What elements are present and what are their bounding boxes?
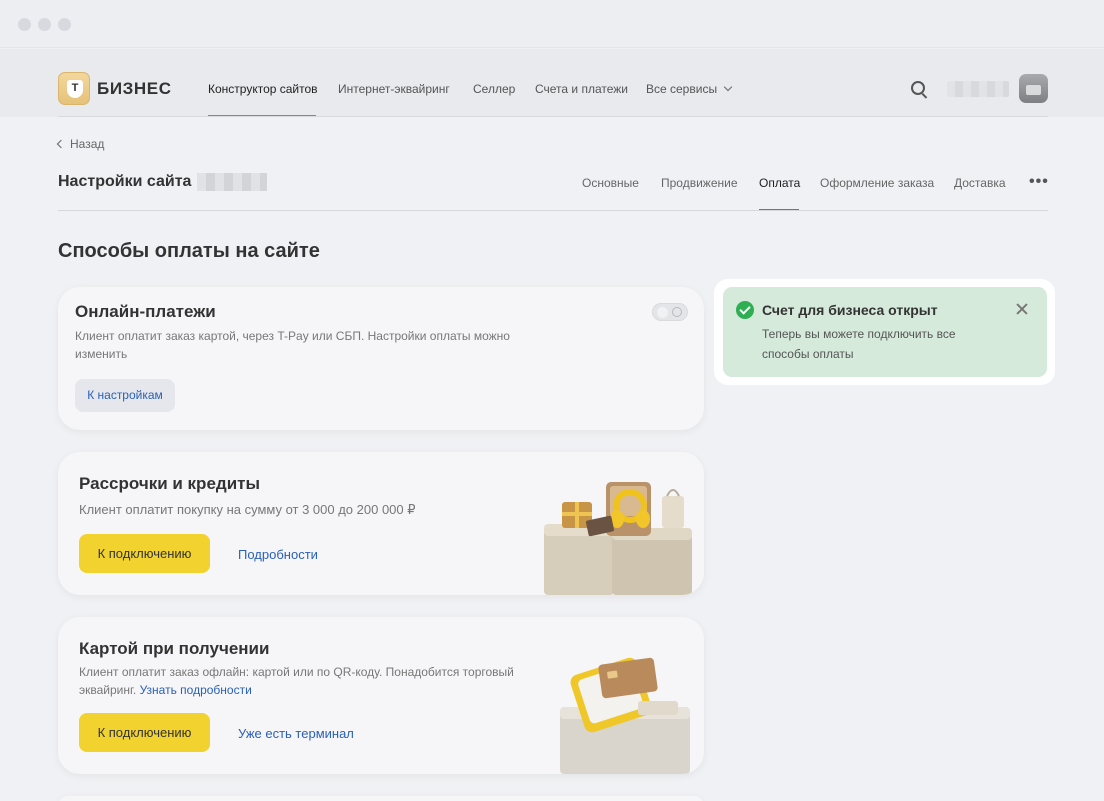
learn-more-link[interactable]: Узнать подробности — [140, 683, 252, 697]
online-payments-toggle[interactable] — [652, 303, 688, 321]
back-label: Назад — [70, 137, 105, 151]
page-title: Настройки сайта — [58, 173, 192, 190]
tab-main[interactable]: Основные — [582, 176, 639, 190]
tabs-divider — [58, 210, 1048, 211]
card-online-title: Онлайн-платежи — [75, 302, 216, 321]
tab-promotion[interactable]: Продвижение — [661, 176, 738, 190]
logo-shield-icon: Т — [67, 80, 83, 98]
avatar[interactable] — [1019, 74, 1048, 103]
online-settings-button[interactable]: К настройкам — [75, 379, 175, 412]
back-link[interactable]: Назад — [56, 137, 105, 151]
header-divider — [58, 116, 1048, 117]
search-icon[interactable] — [911, 81, 925, 95]
nav-seller[interactable]: Селлер — [473, 82, 515, 96]
card-on-delivery: Картой при получении Клиент оплатит зака… — [58, 617, 704, 774]
window-titlebar — [0, 0, 1104, 48]
logo-text[interactable]: БИЗНЕС — [97, 79, 172, 99]
card-on-delivery-description: Клиент оплатит заказ офлайн: картой или … — [79, 663, 529, 699]
nav-internet-acquiring[interactable]: Интернет-эквайринг — [338, 82, 450, 96]
site-name-blurred — [197, 173, 267, 191]
card-online-payments: Онлайн-платежи Клиент оплатит заказ карт… — [58, 287, 704, 430]
nav-site-builder[interactable]: Конструктор сайтов — [208, 82, 318, 96]
card-next-peek — [58, 796, 704, 801]
terminal-illustration — [560, 657, 690, 774]
installments-illustration — [544, 482, 692, 595]
card-on-delivery-connect-button[interactable]: К подключению — [79, 713, 210, 752]
chevron-left-icon — [56, 139, 66, 149]
card-on-delivery-title: Картой при получении — [79, 639, 270, 658]
section-title: Способы оплаты на сайте — [58, 240, 320, 262]
toast-title: Счет для бизнеса открыт — [762, 302, 938, 318]
close-icon[interactable] — [1016, 303, 1028, 315]
logo[interactable]: Т — [58, 72, 90, 105]
app-header: Т БИЗНЕС Конструктор сайтов Интернет-экв… — [0, 49, 1104, 117]
tab-payment[interactable]: Оплата — [759, 176, 800, 190]
nav-all-services[interactable]: Все сервисы — [646, 82, 733, 96]
card-installments: Рассрочки и кредиты Клиент оплатит покуп… — [58, 452, 704, 595]
nav-accounts-payments[interactable]: Счета и платежи — [535, 82, 628, 96]
app: Т БИЗНЕС Конструктор сайтов Интернет-экв… — [0, 49, 1104, 801]
toast-text: Теперь вы можете подключить все способы … — [762, 327, 956, 361]
card-online-description: Клиент оплатит заказ картой, через T-Pay… — [75, 329, 510, 361]
toast-notification: Счет для бизнеса открыт Теперь вы можете… — [723, 287, 1047, 377]
have-terminal-link[interactable]: Уже есть терминал — [238, 726, 354, 741]
toggle-off-icon — [672, 307, 682, 317]
tab-delivery[interactable]: Доставка — [954, 176, 1006, 190]
user-name-blurred[interactable] — [947, 81, 1009, 97]
nav-all-services-label: Все сервисы — [646, 82, 718, 96]
more-icon[interactable]: ••• — [1029, 173, 1049, 191]
chevron-down-icon — [723, 82, 733, 92]
window-close-dot[interactable] — [18, 18, 31, 31]
window-maximize-dot[interactable] — [58, 18, 71, 31]
card-installments-description: Клиент оплатит покупку на сумму от 3 000… — [79, 502, 416, 517]
tab-checkout[interactable]: Оформление заказа — [820, 176, 934, 190]
installments-connect-button[interactable]: К подключению — [79, 534, 210, 573]
installments-details-link[interactable]: Подробности — [238, 547, 318, 562]
toggle-knob — [657, 307, 668, 318]
check-circle-icon — [736, 301, 754, 319]
card-installments-title: Рассрочки и кредиты — [79, 474, 260, 493]
window-minimize-dot[interactable] — [38, 18, 51, 31]
